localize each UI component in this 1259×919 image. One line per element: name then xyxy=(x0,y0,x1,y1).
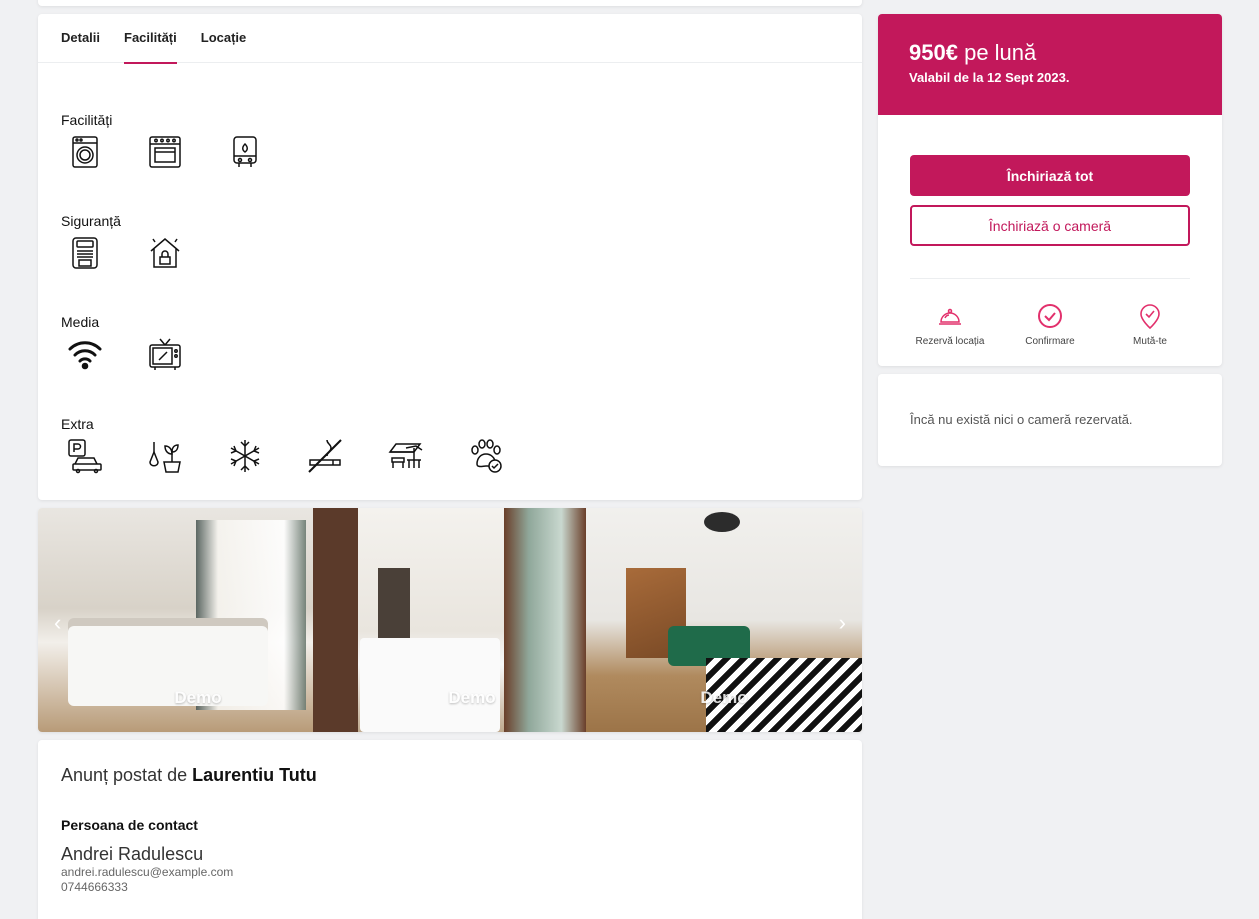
section-title: Siguranță xyxy=(61,213,121,229)
tv-icon xyxy=(147,336,183,372)
booking-steps: Rezervă locația Confirmare Mută-te xyxy=(878,302,1222,347)
tab-location[interactable]: Locație xyxy=(201,14,247,63)
price-valid-from: Valabil de la 12 Sept 2023. xyxy=(909,70,1070,85)
oven-icon xyxy=(147,134,183,170)
no-smoking-icon xyxy=(307,438,343,474)
price-line: 950€ pe lună xyxy=(909,40,1191,66)
terrace-icon xyxy=(387,438,423,474)
step-label: Mută-te xyxy=(1133,336,1167,347)
wifi-icon xyxy=(67,336,103,372)
step-label: Confirmare xyxy=(1025,336,1075,347)
photo-gallery[interactable]: Demo Demo Demo ‹ › xyxy=(38,508,862,732)
reserved-rooms-card: Încă nu există nici o cameră rezervată. xyxy=(878,374,1222,466)
poster-name: Laurentiu Tutu xyxy=(192,765,317,785)
section-media: Media xyxy=(61,314,183,372)
step-label: Rezervă locația xyxy=(915,336,985,347)
contact-title: Persoana de contact xyxy=(61,817,198,833)
step-confirm: Confirmare xyxy=(1000,302,1100,347)
section-facilitati: Facilități xyxy=(61,112,263,170)
parking-icon xyxy=(67,438,103,474)
contact-phone[interactable]: 0744666333 xyxy=(61,880,128,894)
section-title: Media xyxy=(61,314,100,330)
tab-bar: Detalii Facilități Locație xyxy=(38,14,862,64)
gallery-photo[interactable]: Demo xyxy=(586,508,862,732)
facilities-card: Detalii Facilități Locație Facilități Si… xyxy=(38,14,862,500)
posted-by: Anunț postat de Laurentiu Tutu xyxy=(61,765,317,786)
contact-name: Andrei Radulescu xyxy=(61,844,204,864)
smoke-detector-icon xyxy=(67,235,103,271)
air-conditioning-icon xyxy=(227,438,263,474)
posted-by-prefix: Anunț postat de xyxy=(61,765,188,785)
location-pin-icon xyxy=(1100,302,1200,330)
tab-details[interactable]: Detalii xyxy=(61,14,100,63)
section-title: Facilități xyxy=(61,112,113,128)
price-card: 950€ pe lună Valabil de la 12 Sept 2023.… xyxy=(878,14,1222,366)
garden-icon xyxy=(147,438,183,474)
rent-all-button[interactable]: Închiriază tot xyxy=(910,155,1190,196)
tab-facilities[interactable]: Facilități xyxy=(124,14,177,64)
cloche-icon xyxy=(900,302,1000,330)
step-move: Mută-te xyxy=(1100,302,1200,347)
section-extra: Extra xyxy=(61,416,503,474)
pets-allowed-icon xyxy=(467,438,503,474)
price-header: 950€ pe lună Valabil de la 12 Sept 2023. xyxy=(878,14,1222,115)
photo-caption: Demo xyxy=(700,688,748,707)
gallery-photo[interactable]: Demo xyxy=(358,508,586,732)
top-card-stub xyxy=(38,0,862,6)
no-rooms-message: Încă nu există nici o cameră rezervată. xyxy=(910,412,1133,427)
contact-email[interactable]: andrei.radulescu@example.com xyxy=(61,865,233,879)
house-alarm-icon xyxy=(147,235,183,271)
photo-caption: Demo xyxy=(448,688,496,707)
gallery-next-button[interactable]: › xyxy=(839,610,846,636)
price-period: pe lună xyxy=(964,40,1037,65)
step-reserve: Rezervă locația xyxy=(900,302,1000,347)
rent-room-button[interactable]: Închiriază o cameră xyxy=(910,205,1190,246)
washing-machine-icon xyxy=(67,134,103,170)
section-siguranta: Siguranță xyxy=(61,213,183,271)
divider xyxy=(910,278,1190,279)
photo-caption: Demo xyxy=(174,688,222,707)
check-circle-icon xyxy=(1000,302,1100,330)
gallery-prev-button[interactable]: ‹ xyxy=(54,610,61,636)
section-title: Extra xyxy=(61,416,94,432)
price-amount: 950€ xyxy=(909,40,958,65)
boiler-icon xyxy=(227,134,263,170)
gallery-photo[interactable]: Demo xyxy=(38,508,358,732)
poster-card: Anunț postat de Laurentiu Tutu Persoana … xyxy=(38,740,862,919)
